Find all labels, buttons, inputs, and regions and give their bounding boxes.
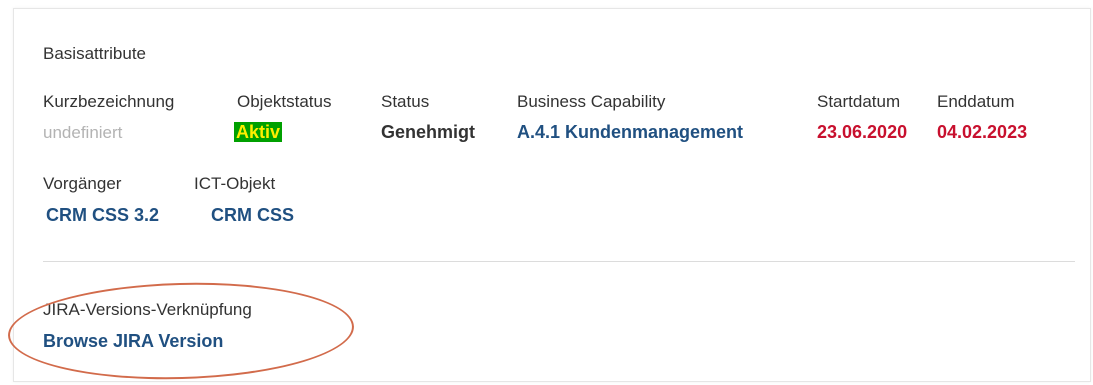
objektstatus-value: Aktiv <box>234 122 283 143</box>
section-title: Basisattribute <box>43 44 146 63</box>
status-badge: Aktiv <box>234 122 283 142</box>
business-capability-link[interactable]: A.4.1 Kundenmanagement <box>517 122 743 143</box>
ict-objekt-link[interactable]: CRM CSS <box>211 205 294 226</box>
divider <box>43 261 1075 262</box>
startdatum-label: Startdatum <box>817 92 901 111</box>
status-label: Status <box>381 92 430 111</box>
enddatum-label: Enddatum <box>937 92 1015 111</box>
enddatum-value: 04.02.2023 <box>937 122 1028 142</box>
kurzbezeichnung-value: undefiniert <box>43 123 123 142</box>
objektstatus-label: Objektstatus <box>237 92 332 111</box>
vorgaenger-label: Vorgänger <box>43 174 122 193</box>
startdatum-value: 23.06.2020 <box>817 122 908 142</box>
kurzbezeichnung-label: Kurzbezeichnung <box>43 92 175 111</box>
business-capability-label: Business Capability <box>517 92 666 111</box>
vorgaenger-link[interactable]: CRM CSS 3.2 <box>46 205 159 226</box>
ict-objekt-label: ICT-Objekt <box>194 174 276 193</box>
status-value: Genehmigt <box>381 122 476 142</box>
